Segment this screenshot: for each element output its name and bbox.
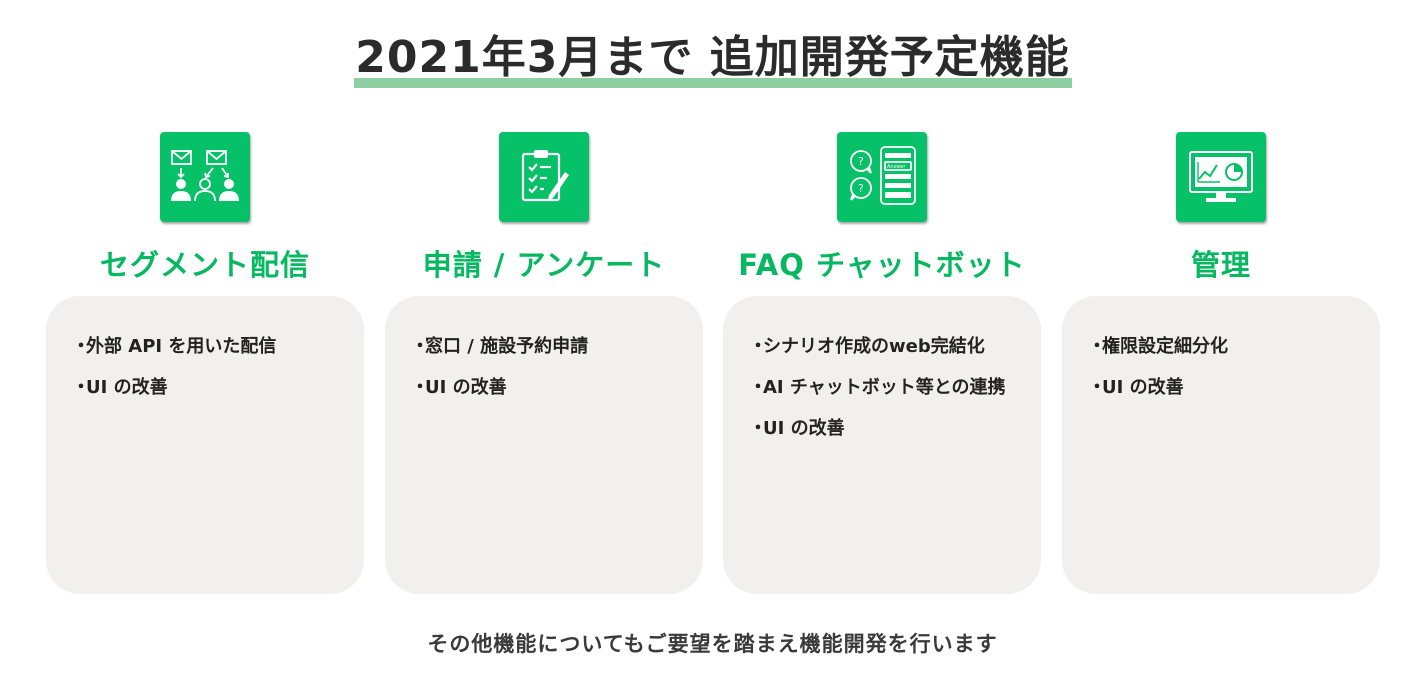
admin-monitor-icon [1176, 132, 1266, 222]
page: 2021年3月まで 追加開発予定機能 セグメント配信 ・外部 API を用いた配… [0, 0, 1425, 696]
bullet: ・ [72, 377, 90, 398]
feature-list: ・権限設定細分化 ・UI の改善 [1062, 296, 1380, 408]
feature-list: ・シナリオ作成のweb完結化 ・AI チャットボット等との連携 ・UI の改善 [723, 296, 1041, 449]
list-item: ・UI の改善 [411, 367, 703, 408]
list-item-text: UI の改善 [425, 377, 507, 398]
feature-card: ・権限設定細分化 ・UI の改善 [1062, 296, 1380, 594]
list-item: ・シナリオ作成のweb完結化 [749, 326, 1041, 367]
feature-title: 申請 / アンケート [422, 248, 666, 282]
list-item-text: シナリオ作成のweb完結化 [763, 336, 985, 357]
list-item-text: UI の改善 [1102, 377, 1184, 398]
footer-note: その他機能についてもご要望を踏まえ機能開発を行います [427, 632, 998, 656]
list-item: ・UI の改善 [72, 367, 364, 408]
bullet: ・ [749, 418, 767, 439]
faq-chatbot-icon: ? ? Answer [837, 132, 927, 222]
list-item-text: 権限設定細分化 [1102, 336, 1228, 357]
list-item: ・外部 API を用いた配信 [72, 326, 364, 367]
list-item: ・窓口 / 施設予約申請 [411, 326, 703, 367]
feature-card: ・外部 API を用いた配信 ・UI の改善 [46, 296, 364, 594]
list-item: ・権限設定細分化 [1088, 326, 1380, 367]
svg-text:?: ? [858, 182, 864, 195]
bullet: ・ [411, 377, 429, 398]
bullet: ・ [1088, 377, 1106, 398]
list-item: ・UI の改善 [749, 408, 1041, 449]
feature-title: FAQ チャットボット [738, 248, 1026, 282]
feature-card: ・シナリオ作成のweb完結化 ・AI チャットボット等との連携 ・UI の改善 [723, 296, 1041, 594]
feature-list: ・外部 API を用いた配信 ・UI の改善 [46, 296, 364, 408]
feature-title: 管理 [1190, 248, 1251, 282]
list-item-text: 窓口 / 施設予約申請 [425, 336, 589, 357]
list-item-text: UI の改善 [763, 418, 845, 439]
svg-text:?: ? [858, 155, 864, 168]
title-underline [354, 78, 1072, 88]
bullet: ・ [749, 377, 767, 398]
feature-list: ・窓口 / 施設予約申請 ・UI の改善 [385, 296, 703, 408]
bullet: ・ [749, 336, 767, 357]
segment-delivery-icon [160, 132, 250, 222]
list-item-text: 外部 API を用いた配信 [86, 336, 277, 357]
list-item-text: UI の改善 [86, 377, 168, 398]
bullet: ・ [72, 336, 90, 357]
bullet: ・ [1088, 336, 1106, 357]
list-item: ・UI の改善 [1088, 367, 1380, 408]
feature-title: セグメント配信 [99, 248, 310, 282]
list-item-text: AI チャットボット等との連携 [763, 377, 1006, 398]
clipboard-survey-icon [499, 132, 589, 222]
answer-label: Answer [887, 164, 906, 170]
feature-card: ・窓口 / 施設予約申請 ・UI の改善 [385, 296, 703, 594]
bullet: ・ [411, 336, 429, 357]
list-item: ・AI チャットボット等との連携 [749, 367, 1041, 408]
